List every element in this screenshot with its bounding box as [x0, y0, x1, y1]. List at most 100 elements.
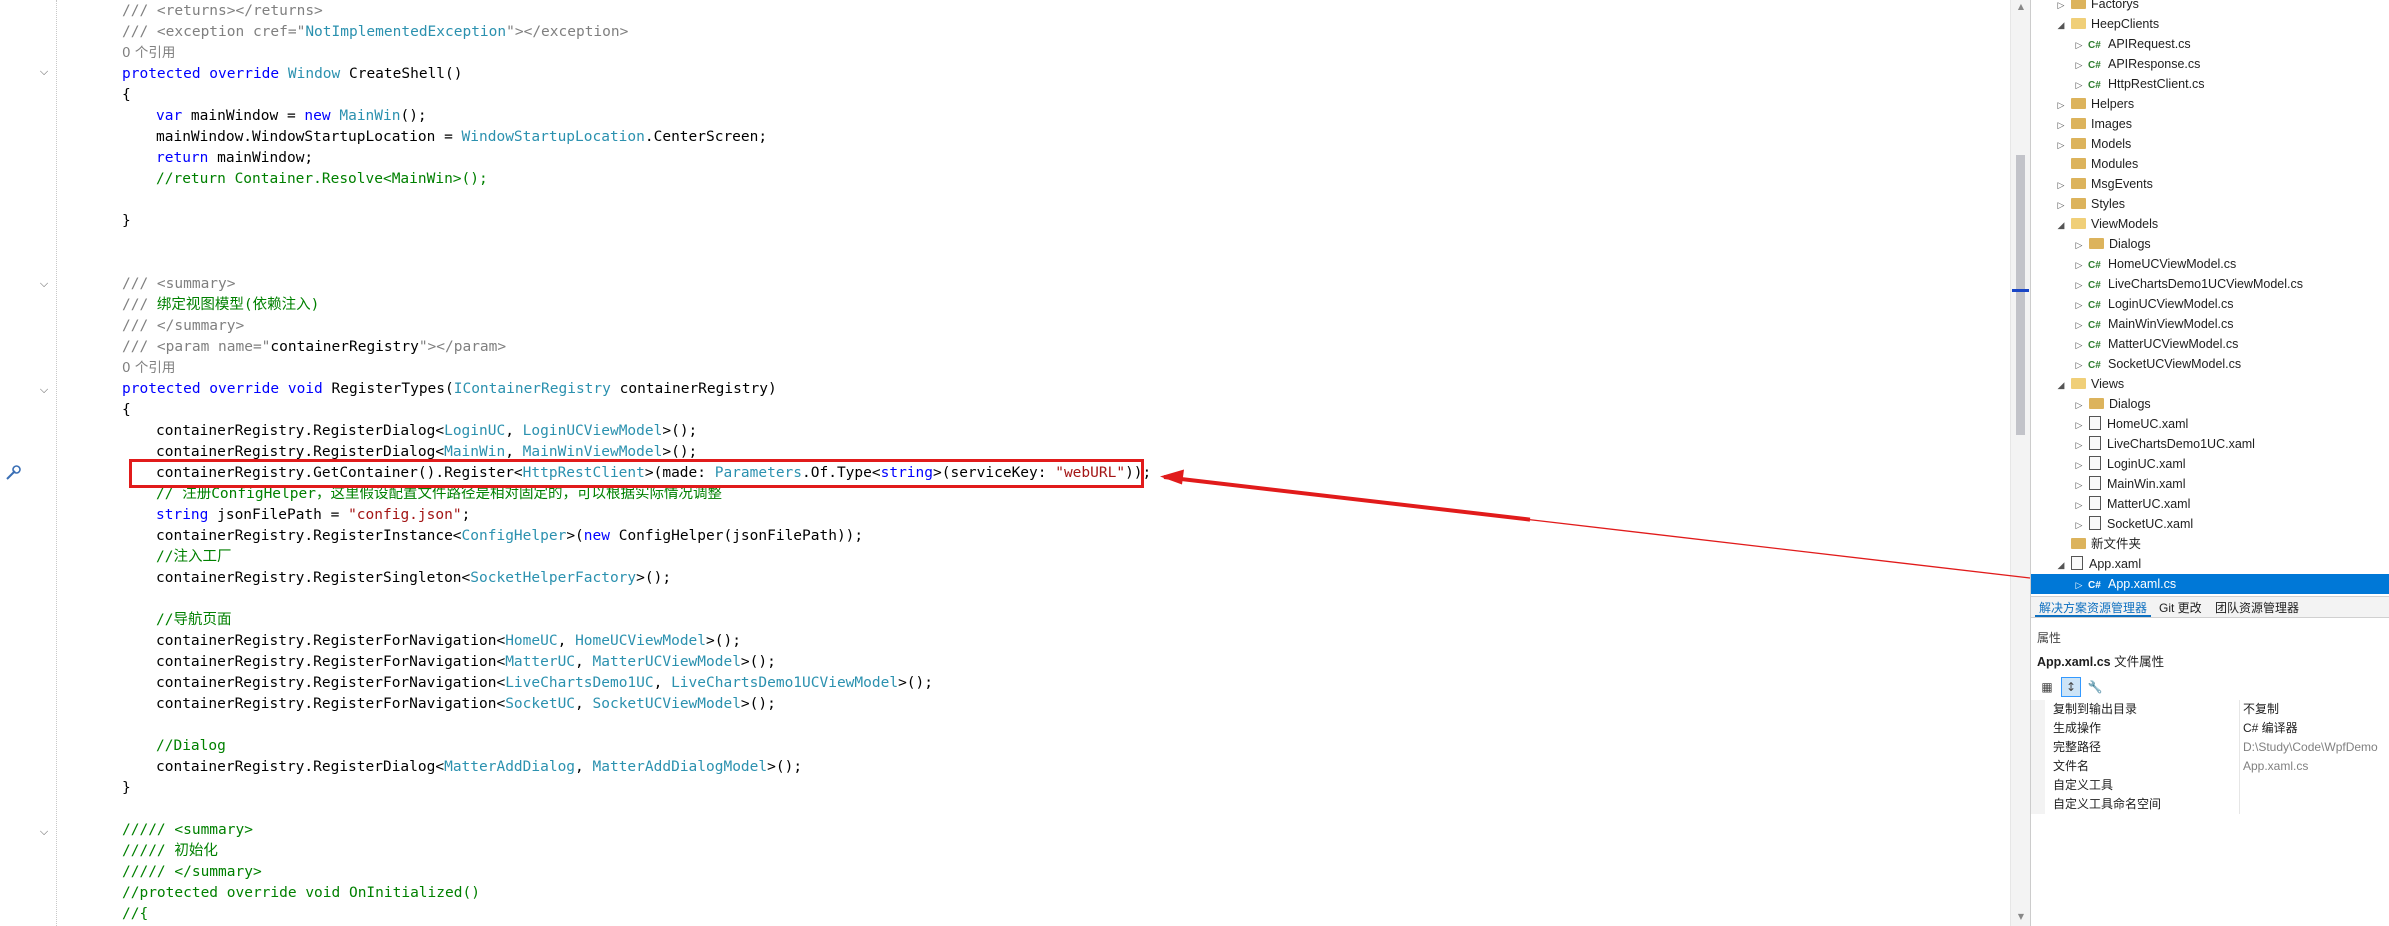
tree-item[interactable]: ▷ Models — [2055, 134, 2132, 155]
tree-item[interactable]: ▷ C# APIRequest.cs — [2073, 34, 2191, 54]
expand-down-icon[interactable]: ◢ — [2055, 555, 2067, 575]
tree-item[interactable]: ▷ C# HttpRestClient.cs — [2073, 74, 2205, 94]
property-value[interactable]: C# 编译器 — [2243, 719, 2389, 738]
tab-solution-explorer[interactable]: 解决方案资源管理器 — [2035, 599, 2152, 617]
tree-item[interactable]: ▷ C# APIResponse.cs — [2073, 54, 2201, 75]
tree-item[interactable]: ▷ C# MatterUCViewModel.cs — [2073, 334, 2239, 355]
code-line: /// <exception cref="NotImplementedExcep… — [122, 22, 628, 43]
tree-item-label: MainWin.xaml — [2107, 477, 2186, 491]
editor-scroll-thumb[interactable] — [2016, 155, 2025, 435]
property-row[interactable]: 生成操作 C# 编译器 — [2031, 719, 2389, 738]
tree-item[interactable]: ▷ Dialogs — [2073, 394, 2151, 414]
reference-count[interactable]: 0 个引用 — [122, 45, 175, 61]
solution-explorer-tree[interactable]: ▷ Factorys ◢ HeepClients ▷ C# APIRequest.cs ▷ C#… — [2031, 0, 2389, 596]
tree-item[interactable]: 新文件夹 — [2055, 534, 2141, 554]
expand-right-icon[interactable]: ▷ — [2073, 355, 2085, 375]
fold-toggle-icon[interactable]: ⌵ — [38, 384, 50, 396]
scroll-up-icon[interactable]: ▲ — [2016, 2, 2026, 12]
tree-item-label: ViewModels — [2091, 217, 2159, 231]
editor-scrollbar[interactable]: ▲ ▼ — [2010, 0, 2030, 926]
tree-item[interactable]: ▷ C# LiveChartsDemo1UCViewModel.cs — [2073, 274, 2303, 294]
tree-item[interactable]: ◢ App.xaml — [2055, 554, 2141, 574]
tree-item[interactable]: ▷ C# SocketUCViewModel.cs — [2073, 354, 2242, 375]
tree-item[interactable]: ▷ Images — [2055, 114, 2132, 134]
property-row[interactable]: 自定义工具命名空间 — [2031, 795, 2389, 814]
scroll-down-icon[interactable]: ▼ — [2016, 912, 2026, 922]
tree-item[interactable]: ▷ MainWin.xaml — [2073, 474, 2186, 494]
tree-item[interactable]: ▷ C# HomeUCViewModel.cs — [2073, 254, 2237, 275]
fold-toggle-icon[interactable]: ⌵ — [38, 66, 50, 78]
fold-toggle-icon[interactable]: ⌵ — [38, 278, 50, 290]
expand-right-icon[interactable]: ▷ — [2073, 415, 2085, 435]
tree-item[interactable]: ◢ HeepClients — [2055, 14, 2160, 35]
expand-right-icon[interactable]: ▷ — [2055, 115, 2067, 135]
code-token: /// — [122, 297, 157, 313]
expand-right-icon[interactable]: ▷ — [2073, 435, 2085, 455]
code-token: containerRegistry.RegisterForNavigation< — [156, 654, 506, 670]
tree-item[interactable]: ▷ Styles — [2055, 194, 2126, 215]
tab-team-explorer[interactable]: 团队资源管理器 — [2211, 599, 2303, 617]
expand-right-icon[interactable]: ▷ — [2055, 175, 2067, 195]
expand-right-icon[interactable]: ▷ — [2073, 255, 2085, 275]
expand-right-icon[interactable]: ▷ — [2073, 475, 2085, 495]
expand-right-icon[interactable]: ▷ — [2073, 55, 2085, 75]
tree-item[interactable]: ▷ SocketUC.xaml — [2073, 514, 2193, 534]
tree-item[interactable]: ▷ C# MainWinViewModel.cs — [2073, 314, 2234, 334]
tree-item[interactable]: ▷ LoginUC.xaml — [2073, 454, 2186, 474]
expand-right-icon[interactable]: ▷ — [2055, 0, 2067, 15]
code-line: //注入工厂 — [156, 547, 231, 568]
reference-count[interactable]: 0 个引用 — [122, 360, 175, 376]
tree-item[interactable]: ▷ HomeUC.xaml — [2073, 414, 2188, 434]
property-row[interactable]: 复制到输出目录 不复制 — [2031, 700, 2389, 719]
wrench-icon[interactable]: 🔧 — [2085, 677, 2105, 697]
property-row[interactable]: 文件名 App.xaml.cs — [2031, 757, 2389, 776]
property-row[interactable]: 自定义工具 — [2031, 776, 2389, 795]
expand-right-icon[interactable]: ▷ — [2073, 35, 2085, 55]
categorized-icon[interactable]: ▦ — [2037, 677, 2057, 697]
property-row[interactable]: 完整路径 D:\Study\Code\WpfDemo — [2031, 738, 2389, 757]
alphabetical-sort-icon[interactable]: ↕ — [2061, 677, 2081, 697]
expand-down-icon[interactable]: ◢ — [2055, 215, 2067, 235]
property-value[interactable]: 不复制 — [2243, 700, 2389, 719]
properties-panel-title: 属性 — [2037, 631, 2062, 645]
properties-file-name: App.xaml.cs — [2037, 655, 2111, 669]
property-value[interactable]: D:\Study\Code\WpfDemo — [2243, 738, 2389, 757]
tree-item[interactable]: ▷ Helpers — [2055, 94, 2135, 115]
expand-right-icon[interactable]: ▷ — [2073, 495, 2085, 515]
expand-right-icon[interactable]: ▷ — [2073, 275, 2085, 295]
tree-item[interactable]: ▷ LiveChartsDemo1UC.xaml — [2073, 434, 2255, 454]
expand-right-icon[interactable]: ▷ — [2073, 575, 2085, 595]
expand-right-icon[interactable]: ▷ — [2073, 515, 2085, 535]
expand-right-icon[interactable]: ▷ — [2073, 395, 2085, 415]
expand-right-icon[interactable]: ▷ — [2073, 455, 2085, 475]
tree-item[interactable]: ▷ MatterUC.xaml — [2073, 494, 2190, 514]
tree-item[interactable]: Modules — [2055, 154, 2138, 174]
indent-guide — [56, 0, 57, 926]
tree-item[interactable]: ▷ C# App.xaml.cs — [2031, 574, 2389, 594]
fold-toggle-icon[interactable]: ⌵ — [38, 826, 50, 838]
expand-right-icon[interactable]: ▷ — [2073, 235, 2085, 255]
property-value[interactable]: App.xaml.cs — [2243, 757, 2389, 776]
expand-right-icon[interactable]: ▷ — [2073, 335, 2085, 355]
code-token: , — [557, 633, 576, 649]
quick-action-icon[interactable] — [4, 464, 22, 482]
expand-right-icon[interactable]: ▷ — [2055, 95, 2067, 115]
tree-item[interactable]: ▷ Dialogs — [2073, 234, 2151, 254]
expand-down-icon[interactable]: ◢ — [2055, 375, 2067, 395]
expand-down-icon[interactable]: ◢ — [2055, 15, 2067, 35]
expand-right-icon[interactable]: ▷ — [2073, 75, 2085, 95]
expand-right-icon[interactable]: ▷ — [2055, 135, 2067, 155]
property-name: 完整路径 — [2053, 740, 2102, 754]
expand-right-icon[interactable]: ▷ — [2073, 295, 2085, 315]
code-token: containerRegistry.RegisterSingleton< — [156, 570, 471, 586]
tree-item[interactable]: ▷ C# LoginUCViewModel.cs — [2073, 294, 2234, 314]
tab-git-changes[interactable]: Git 更改 — [2155, 599, 2206, 617]
tree-item[interactable]: ◢ Views — [2055, 374, 2125, 395]
tree-item[interactable]: ◢ ViewModels — [2055, 214, 2159, 235]
code-token: containerRegistry.RegisterDialog< — [156, 423, 445, 439]
code-editor[interactable]: ⌵ ⌵ ⌵ ⌵ /// <returns></returns>/// <exce… — [0, 0, 2010, 926]
expand-right-icon[interactable]: ▷ — [2055, 195, 2067, 215]
expand-right-icon[interactable]: ▷ — [2073, 315, 2085, 335]
tree-item[interactable]: ▷ MsgEvents — [2055, 174, 2153, 194]
tree-item[interactable]: ▷ Factorys — [2055, 0, 2139, 14]
